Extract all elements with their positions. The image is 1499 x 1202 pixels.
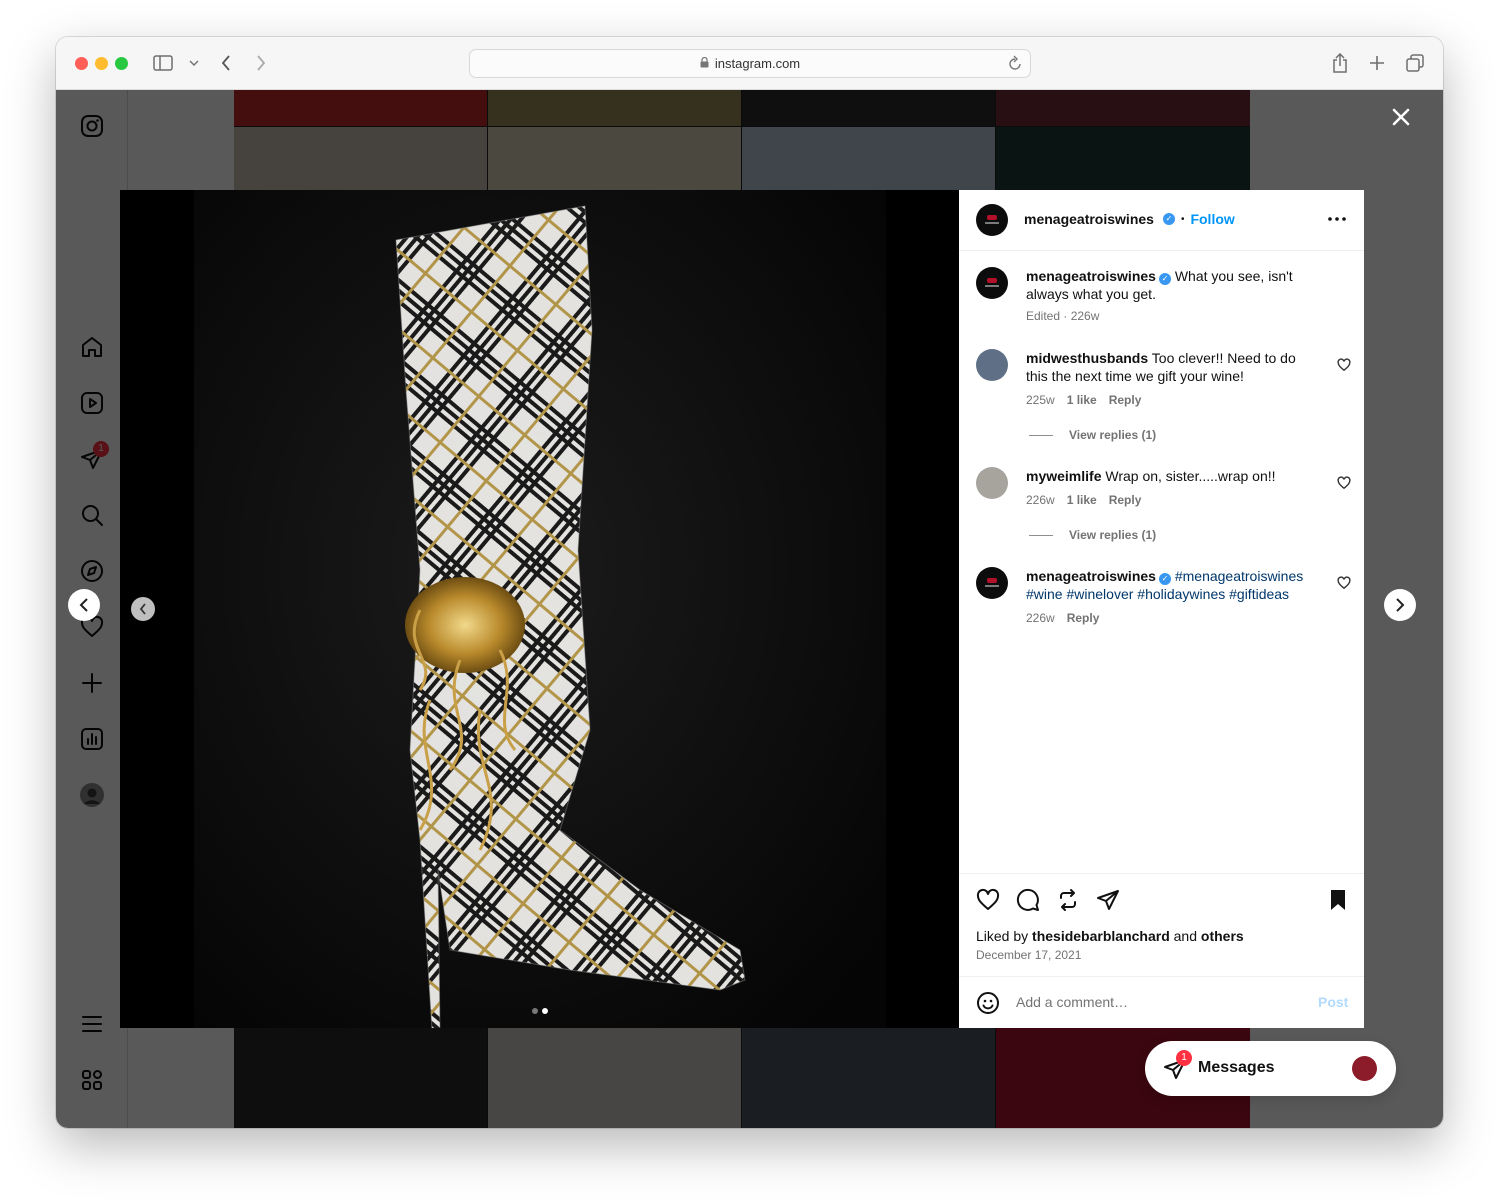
url-text: instagram.com xyxy=(714,56,801,71)
address-bar[interactable]: instagram.com xyxy=(469,49,1031,78)
post-date: December 17, 2021 xyxy=(976,948,1082,962)
browser-toolbar: instagram.com xyxy=(56,37,1443,90)
view-replies-label: View replies (1) xyxy=(1069,428,1157,442)
divider xyxy=(1029,434,1053,436)
repost-icon[interactable] xyxy=(1056,888,1080,912)
dot-separator: • xyxy=(1180,213,1185,225)
verified-icon: ✓ xyxy=(1162,213,1175,225)
liked-by-and: and xyxy=(1173,928,1197,944)
share-icon[interactable] xyxy=(1328,51,1352,75)
comment-text: menageatroiswines ✓ #menageatroiswines #w… xyxy=(1026,567,1316,603)
lock-icon xyxy=(700,56,709,71)
carousel-dot xyxy=(532,1008,538,1014)
messages-badge: 1 xyxy=(1176,1050,1192,1066)
commenter-avatar[interactable] xyxy=(976,467,1008,499)
comment-likes[interactable]: 1 like xyxy=(1067,393,1097,407)
conversation-avatar xyxy=(1352,1056,1377,1081)
caption-username[interactable]: menageatroiswines xyxy=(1026,268,1156,284)
like-comment-icon[interactable] xyxy=(1337,576,1351,590)
author-avatar[interactable] xyxy=(976,204,1008,236)
comment-body: Wrap on, sister.....wrap on!! xyxy=(1105,468,1276,484)
like-comment-icon[interactable] xyxy=(1337,476,1351,490)
comment-icon[interactable] xyxy=(1016,888,1040,912)
comment-age: 226w xyxy=(1026,611,1055,625)
tab-overview-icon[interactable] xyxy=(1403,51,1427,75)
liked-by-user[interactable]: thesidebarblanchard xyxy=(1032,928,1170,944)
liked-by-text: Liked by thesidebarblanchard and others xyxy=(976,928,1244,944)
new-tab-icon[interactable] xyxy=(1365,51,1389,75)
like-icon[interactable] xyxy=(976,888,1000,912)
wrapped-boot-photo xyxy=(120,190,959,1028)
comment-meta: 226w Reply xyxy=(1026,611,1099,625)
add-comment-bar: Add a comment… Post xyxy=(959,976,1364,1028)
next-post-button[interactable] xyxy=(1384,589,1416,621)
comment-age: 225w xyxy=(1026,393,1055,407)
sidebar-toggle-icon[interactable] xyxy=(151,51,175,75)
comment-input[interactable]: Add a comment… xyxy=(1016,994,1128,1010)
comment-likes[interactable]: 1 like xyxy=(1067,493,1097,507)
minimize-window-button[interactable] xyxy=(95,57,108,70)
comment-age: 226w xyxy=(1026,493,1055,507)
close-icon[interactable] xyxy=(1389,105,1413,129)
forward-icon[interactable] xyxy=(249,51,273,75)
author-username[interactable]: menageatroiswines xyxy=(1024,211,1154,227)
carousel-dot-active xyxy=(542,1008,548,1014)
follow-button[interactable]: Follow xyxy=(1190,211,1234,227)
carousel-prev-button[interactable] xyxy=(131,597,155,621)
like-comment-icon[interactable] xyxy=(1337,358,1351,372)
verified-icon: ✓ xyxy=(1158,273,1171,285)
caption-text: menageatroiswines ✓ What you see, isn't a… xyxy=(1026,267,1316,303)
post-header: menageatroiswines ✓ • Follow xyxy=(959,190,1364,251)
view-replies-label: View replies (1) xyxy=(1069,528,1157,542)
comment-username[interactable]: midwesthusbands xyxy=(1026,350,1148,366)
comment-text: myweimlife Wrap on, sister.....wrap on!! xyxy=(1026,467,1316,485)
share-icon[interactable] xyxy=(1096,888,1120,912)
reply-button[interactable]: Reply xyxy=(1067,611,1100,625)
view-replies-button[interactable]: View replies (1) xyxy=(1029,528,1156,542)
previous-post-button[interactable] xyxy=(68,589,100,621)
browser-window: instagram.com menageatroiswines ✓ • Foll… xyxy=(56,37,1443,1128)
reload-icon[interactable] xyxy=(1008,55,1022,74)
more-options-icon[interactable] xyxy=(1325,211,1349,227)
comment-meta: 226w 1 like Reply xyxy=(1026,493,1141,507)
liked-by-prefix: Liked by xyxy=(976,928,1029,944)
save-icon[interactable] xyxy=(1326,888,1350,912)
caption-meta: Edited · 226w xyxy=(1026,309,1100,323)
zoom-window-button[interactable] xyxy=(115,57,128,70)
post-comment-button[interactable]: Post xyxy=(1318,994,1348,1010)
post-image[interactable] xyxy=(120,190,959,1028)
post-actions: Liked by thesidebarblanchard and others … xyxy=(959,873,1364,973)
back-icon[interactable] xyxy=(214,51,238,75)
reply-button[interactable]: Reply xyxy=(1109,493,1142,507)
comment-meta: 225w 1 like Reply xyxy=(1026,393,1141,407)
carousel-dots xyxy=(532,1008,548,1014)
chevron-down-icon[interactable] xyxy=(182,51,206,75)
comment-text: midwesthusbands Too clever!! Need to do … xyxy=(1026,349,1316,385)
close-window-button[interactable] xyxy=(75,57,88,70)
emoji-icon[interactable] xyxy=(976,991,1000,1015)
commenter-avatar[interactable] xyxy=(976,349,1008,381)
reply-button[interactable]: Reply xyxy=(1109,393,1142,407)
post-details-panel: menageatroiswines ✓ • Follow menageatroi… xyxy=(959,190,1364,1028)
comment-username[interactable]: myweimlife xyxy=(1026,468,1101,484)
liked-by-others[interactable]: others xyxy=(1201,928,1244,944)
verified-icon: ✓ xyxy=(1158,573,1171,585)
messages-label: Messages xyxy=(1198,1059,1275,1076)
comment-username[interactable]: menageatroiswines xyxy=(1026,568,1156,584)
page-viewport: 1 xyxy=(56,90,1443,1128)
view-replies-button[interactable]: View replies (1) xyxy=(1029,428,1156,442)
divider xyxy=(1029,534,1053,536)
messages-button[interactable]: 1 Messages xyxy=(1145,1041,1396,1096)
author-avatar[interactable] xyxy=(976,267,1008,299)
author-avatar[interactable] xyxy=(976,567,1008,599)
